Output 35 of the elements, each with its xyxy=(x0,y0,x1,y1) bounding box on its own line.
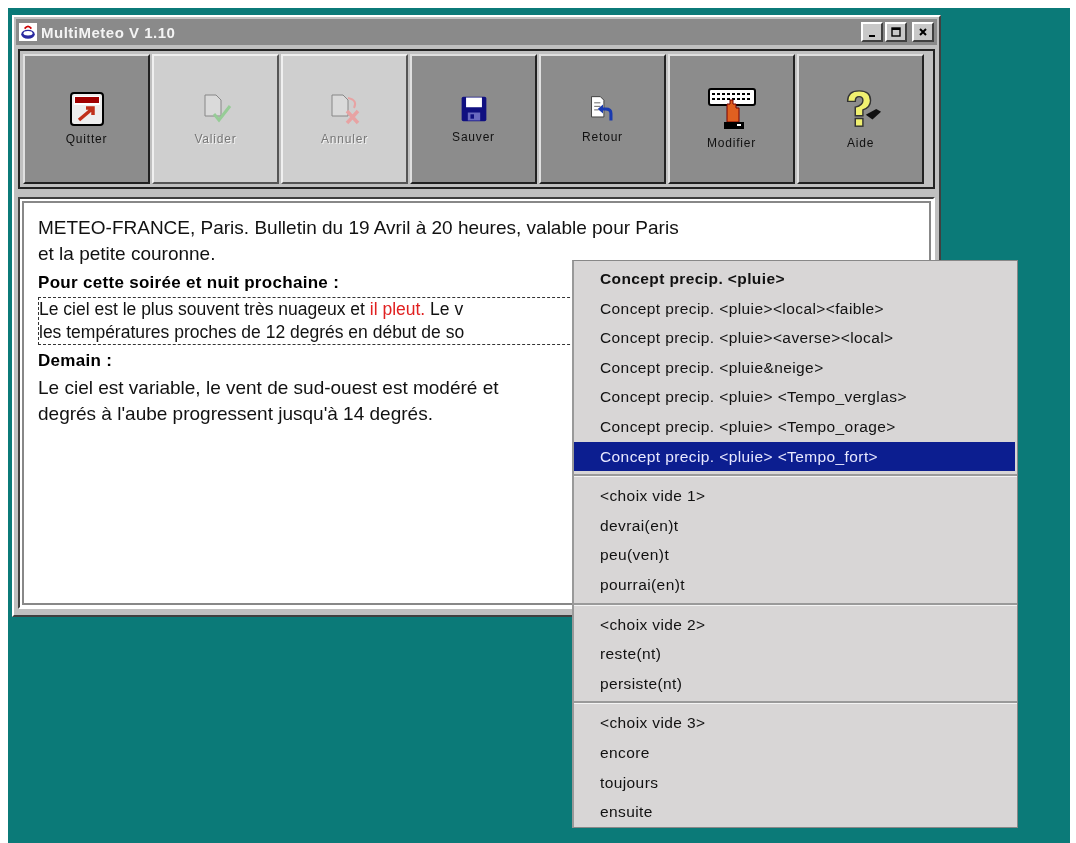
close-icon xyxy=(918,27,928,37)
menu-item[interactable]: peu(ven)t xyxy=(574,540,1017,570)
window-title: MultiMeteo V 1.10 xyxy=(41,23,176,41)
toolbar-button[interactable]: Modifier xyxy=(668,54,795,184)
toolbar-button[interactable]: Retour xyxy=(539,54,666,184)
menu-item[interactable]: devrai(en)t xyxy=(574,510,1017,541)
toolbar-button[interactable]: Aide xyxy=(797,54,924,184)
section-heading: Demain : xyxy=(38,350,113,372)
app-icon xyxy=(19,23,37,41)
toolbar-button[interactable]: Sauver xyxy=(410,54,537,184)
menu-item[interactable]: encore xyxy=(574,737,1017,768)
paragraph: Le ciel est variable, le vent de sud-ouest est modéré et degrés à l'aube progressent jusqu'à 14 degrés. xyxy=(38,376,499,426)
menu-item[interactable]: <choix vide 1> xyxy=(574,481,1017,511)
menu-item[interactable]: Concept precip. <pluie&neige> xyxy=(574,352,1017,383)
menu-item[interactable]: Concept precip. <pluie> <Tempo_fort> xyxy=(574,441,1015,472)
maximize-icon xyxy=(891,27,901,37)
section-heading: Pour cette soirée et nuit prochaine : xyxy=(38,272,340,294)
minimize-button[interactable] xyxy=(861,22,883,42)
menu-item[interactable]: Concept precip. <pluie> <Tempo_verglas> xyxy=(574,382,1017,412)
menu-item[interactable]: Concept precip. <pluie> <Tempo_orage> xyxy=(574,411,1017,442)
menu-item[interactable]: <choix vide 2> xyxy=(574,609,1017,640)
menu-item[interactable]: <choix vide 3> xyxy=(574,708,1017,738)
minimize-icon xyxy=(869,35,875,37)
toolbar-button[interactable]: Quitter xyxy=(23,54,150,184)
menu-item[interactable]: ensuite xyxy=(574,797,1017,827)
keyboard-hand-icon xyxy=(707,88,756,130)
menu-item[interactable]: persiste(nt) xyxy=(574,668,1017,699)
menu-item[interactable]: pourrai(en)t xyxy=(574,569,1017,600)
paragraph: METEO-FRANCE, Paris. Bulletin du 19 Avril à 20 heures, valable pour Paris et la petite couronne. xyxy=(38,216,679,266)
menu-item[interactable]: reste(nt) xyxy=(574,639,1017,669)
menu-item[interactable]: Concept precip. <pluie> xyxy=(574,264,1017,294)
exit-sign-icon xyxy=(69,92,104,126)
maximize-button[interactable] xyxy=(885,22,907,42)
close-button[interactable] xyxy=(912,22,934,42)
menu-item[interactable]: toujours xyxy=(574,767,1017,798)
